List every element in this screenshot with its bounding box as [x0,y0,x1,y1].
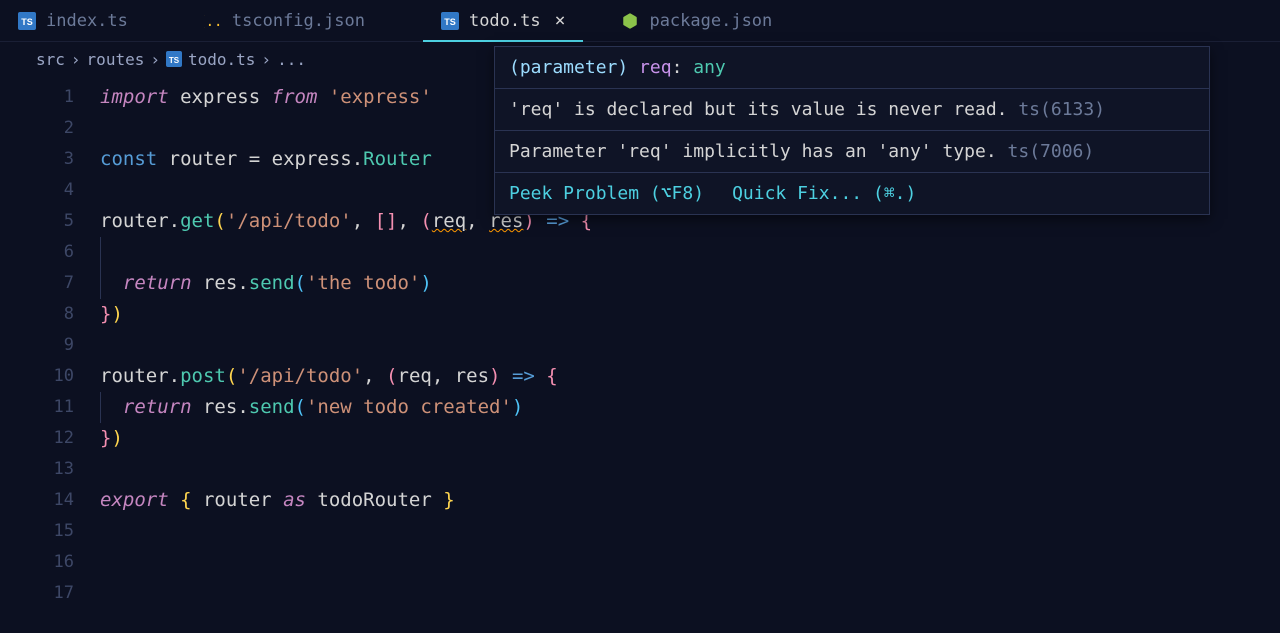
svg-text:{..}: {..} [204,14,222,30]
line-number: 4 [0,175,74,206]
code-line[interactable] [100,547,1280,578]
line-number: 16 [0,547,74,578]
hover-signature: (parameter) req: any [495,47,1209,89]
line-number: 14 [0,485,74,516]
svg-text:TS: TS [444,17,456,27]
line-number: 6 [0,237,74,268]
code-line[interactable] [100,454,1280,485]
code-line[interactable]: return res.send('new todo created') [100,392,1280,423]
svg-text:TS: TS [169,56,180,65]
code-line[interactable] [100,330,1280,361]
ts-icon: TS [441,12,459,30]
line-number: 1 [0,82,74,113]
line-number: 15 [0,516,74,547]
chevron-right-icon: › [71,50,81,69]
code-line[interactable]: router.post('/api/todo', (req, res) => { [100,361,1280,392]
code-line[interactable] [100,516,1280,547]
diagnostic-underline: req [432,210,466,232]
tab-label: todo.ts [469,11,541,31]
code-line[interactable]: }) [100,299,1280,330]
tab-label: index.ts [46,11,128,31]
close-icon[interactable]: × [555,10,566,31]
editor-tabs: TS index.ts {..} tsconfig.json TS todo.t… [0,0,1280,42]
chevron-right-icon: › [150,50,160,69]
breadcrumb-part[interactable]: src [36,50,65,69]
tab-label: tsconfig.json [232,11,365,31]
line-gutter: 1 2 3 4 5 6 7 8 9 10 11 12 13 14 15 16 1… [0,82,100,609]
hover-actions: Peek Problem (⌥F8) Quick Fix... (⌘.) [495,173,1209,214]
svg-text:TS: TS [21,17,33,27]
code-line[interactable] [100,578,1280,609]
breadcrumb-part[interactable]: ... [277,50,306,69]
line-number: 11 [0,392,74,423]
breadcrumb-part[interactable]: todo.ts [188,50,255,69]
quick-fix-action[interactable]: Quick Fix... (⌘.) [732,183,916,204]
line-number: 3 [0,144,74,175]
line-number: 9 [0,330,74,361]
ts-icon: TS [166,51,182,67]
line-number: 2 [0,113,74,144]
line-number: 17 [0,578,74,609]
tsconfig-icon: {..} [204,12,222,30]
line-number: 12 [0,423,74,454]
hover-diagnostic: 'req' is declared but its value is never… [495,89,1209,131]
tab-label: package.json [649,11,772,31]
tab-index-ts[interactable]: TS index.ts [0,0,146,41]
tab-todo-ts[interactable]: TS todo.ts × [423,0,584,41]
tab-package-json[interactable]: package.json [603,0,790,41]
hover-diagnostic: Parameter 'req' implicitly has an 'any' … [495,131,1209,173]
line-number: 10 [0,361,74,392]
node-icon [621,12,639,30]
ts-icon: TS [18,12,36,30]
chevron-right-icon: › [261,50,271,69]
code-line[interactable] [100,237,1280,268]
code-line[interactable]: return res.send('the todo') [100,268,1280,299]
line-number: 8 [0,299,74,330]
code-line[interactable]: }) [100,423,1280,454]
line-number: 7 [0,268,74,299]
line-number: 5 [0,206,74,237]
line-number: 13 [0,454,74,485]
hover-tooltip: (parameter) req: any 'req' is declared b… [494,46,1210,215]
peek-problem-action[interactable]: Peek Problem (⌥F8) [509,183,704,204]
code-line[interactable]: export { router as todoRouter } [100,485,1280,516]
tab-tsconfig-json[interactable]: {..} tsconfig.json [186,0,383,41]
breadcrumb-part[interactable]: routes [87,50,145,69]
